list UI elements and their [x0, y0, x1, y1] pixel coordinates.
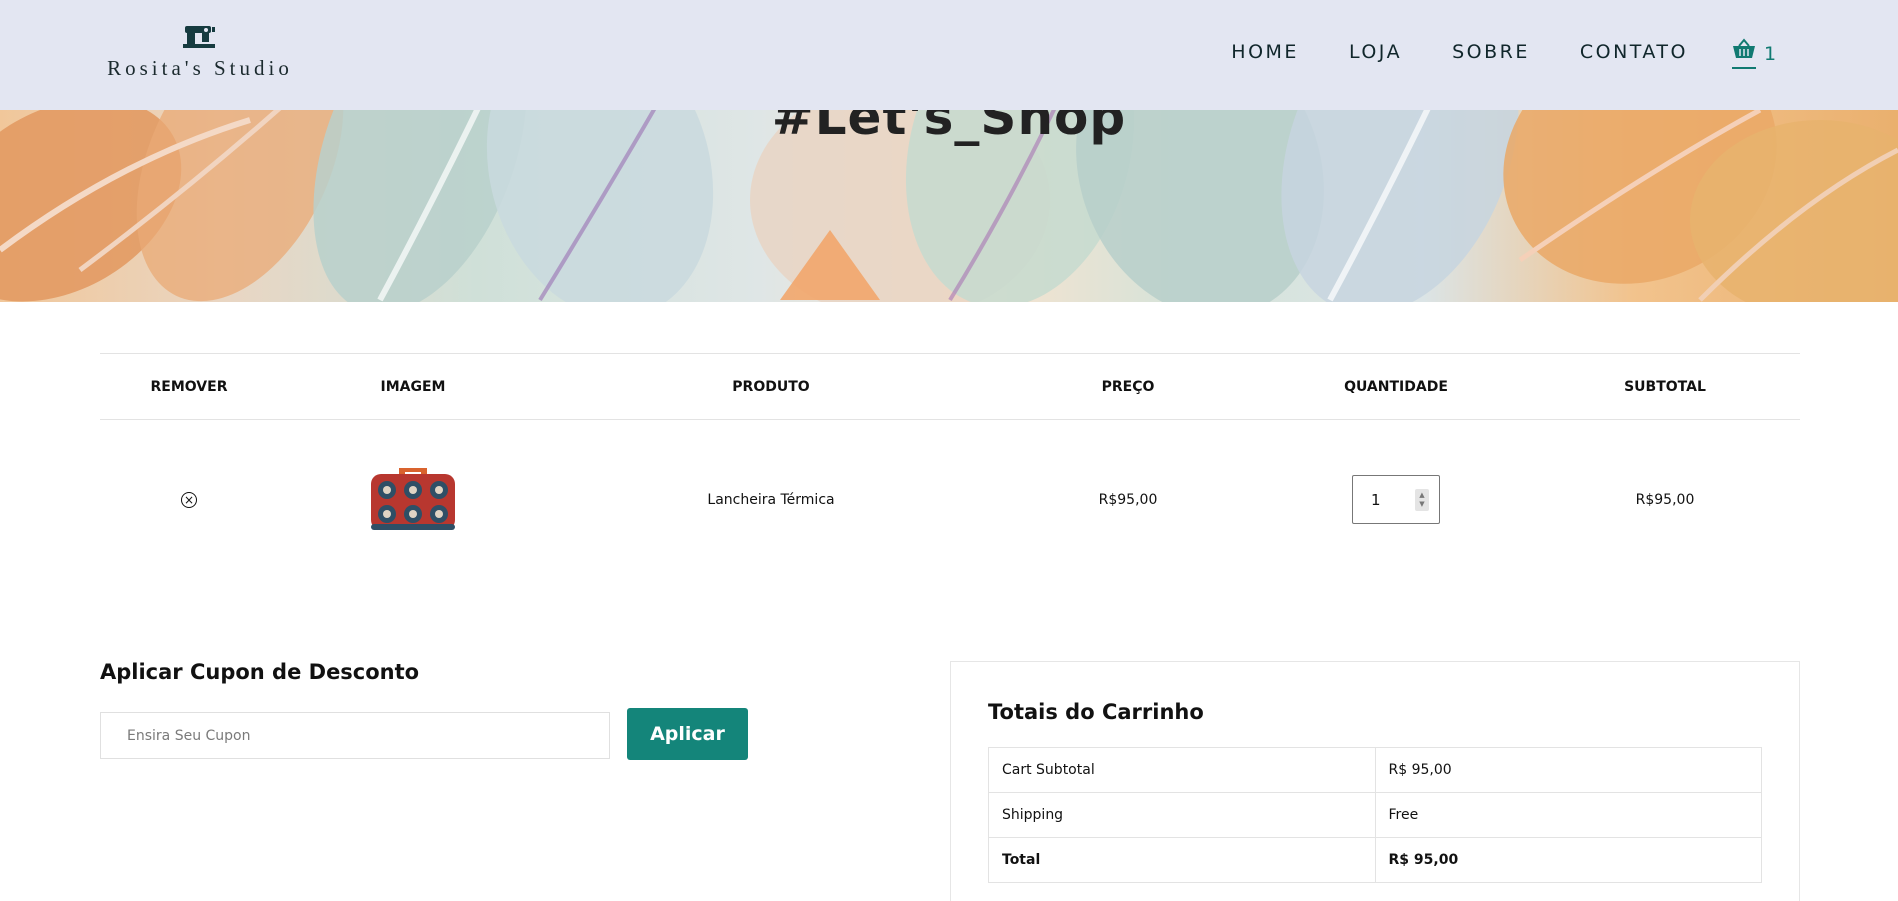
nav-sobre[interactable]: SOBRE: [1452, 41, 1530, 63]
brand-name: Rosita's Studio: [107, 56, 293, 80]
totals-value: Free: [1374, 792, 1762, 838]
cart-table-header: REMOVER IMAGEM PRODUTO PREÇO QUANTIDADE …: [100, 353, 1800, 420]
site-header: Rosita's Studio HOME LOJA SOBRE CONTATO …: [0, 0, 1898, 110]
lunchbox-product-image[interactable]: [369, 462, 457, 534]
coupon-input[interactable]: [100, 712, 610, 759]
totals-label: Cart Subtotal: [988, 747, 1376, 793]
totals-value: R$ 95,00: [1374, 747, 1762, 793]
nav-contato[interactable]: CONTATO: [1580, 41, 1688, 63]
main-nav: HOME LOJA SOBRE CONTATO: [1181, 41, 1688, 63]
spinner-arrows-icon[interactable]: ▲ ▼: [1415, 488, 1429, 511]
remove-icon[interactable]: ×: [181, 491, 197, 508]
basket-icon: [1732, 38, 1756, 69]
totals-row-total: Total R$ 95,00: [988, 837, 1762, 883]
coupon-title: Aplicar Cupon de Desconto: [100, 660, 420, 684]
cart-count: 1: [1764, 42, 1777, 65]
header-imagem: IMAGEM: [278, 353, 548, 420]
totals-label: Shipping: [988, 792, 1376, 838]
cart-table: REMOVER IMAGEM PRODUTO PREÇO QUANTIDADE …: [100, 353, 1800, 580]
header-remover: REMOVER: [100, 353, 278, 420]
apply-coupon-button[interactable]: Aplicar: [627, 708, 748, 760]
brand-logo[interactable]: Rosita's Studio: [100, 24, 300, 81]
totals-value: R$ 95,00: [1374, 837, 1762, 883]
cart-link[interactable]: 1: [1732, 38, 1776, 69]
header-preco: PREÇO: [994, 353, 1262, 420]
sewing-machine-icon: [183, 26, 215, 48]
product-price: R$95,00: [1098, 491, 1158, 508]
header-subtotal: SUBTOTAL: [1530, 353, 1800, 420]
quantity-value: 1: [1371, 490, 1381, 509]
product-subtotal: R$95,00: [1635, 491, 1695, 508]
header-quantidade: QUANTIDADE: [1262, 353, 1530, 420]
nav-loja[interactable]: LOJA: [1349, 41, 1402, 63]
product-name[interactable]: Lancheira Térmica: [548, 420, 994, 580]
nav-home[interactable]: HOME: [1231, 41, 1299, 63]
header-produto: PRODUTO: [548, 353, 994, 420]
totals-title: Totais do Carrinho: [988, 700, 1204, 724]
table-row: × Lancheira Térmica R$95,00 1 ▲ ▼ R$95,0…: [100, 420, 1800, 580]
totals-table: Cart Subtotal R$ 95,00 Shipping Free Tot…: [988, 747, 1762, 883]
cart-totals: Totais do Carrinho Cart Subtotal R$ 95,0…: [950, 661, 1800, 901]
quantity-stepper[interactable]: 1 ▲ ▼: [1352, 475, 1440, 525]
totals-row-shipping: Shipping Free: [988, 792, 1762, 838]
totals-row-subtotal: Cart Subtotal R$ 95,00: [988, 747, 1762, 793]
totals-label: Total: [988, 837, 1376, 883]
